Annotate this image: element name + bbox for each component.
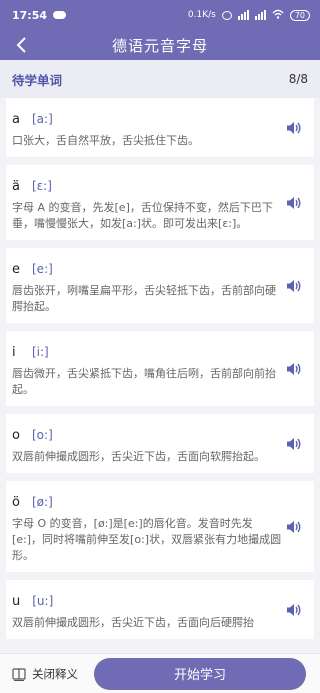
signal-icon-2 [254,10,266,20]
vowel-letter: a [12,111,20,127]
vowel-ipa: [i:] [32,345,49,359]
vowel-description: 唇齿微开，舌尖紧抵下齿，嘴角往后咧，舌前部向前抬起。 [12,367,276,396]
chevron-left-icon [16,37,26,53]
vowel-list[interactable]: a [a:] 口张大，舌自然平放，舌尖抵住下齿。 ä [ɛ:] 字母 A 的变音，先… [0,98,320,653]
toggle-label: 关闭释义 [32,666,78,681]
vowel-description: 口张大，舌自然平放，舌尖抵住下齿。 [12,134,199,147]
start-learning-button[interactable]: 开始学习 [94,657,306,690]
speaker-icon[interactable] [286,437,302,451]
list-item[interactable]: o [o:] 双唇前伸撮成圆形，舌尖近下齿，舌面向软腭抬起。 [6,414,314,473]
app-header: 17:54 0.1K/s 70 德语元音字母 [0,0,320,60]
vowel-description: 字母 A 的变音，先发[e]，舌位保持不变，然后下巴下垂，嘴慢慢张大，如发[a:… [12,201,273,230]
page-title: 德语元音字母 [111,36,208,55]
status-bar: 17:54 0.1K/s 70 [0,0,320,30]
progress-counter: 8/8 [288,72,308,86]
vowel-letter: o [12,427,20,443]
vowel-ipa: [a:] [32,112,53,126]
list-item[interactable]: ö [ø:] 字母 O 的变音，[ø:]是[e:]的唇化音。发音时先发[e:]，同… [6,481,314,572]
speaker-icon[interactable] [286,121,302,135]
signal-icon [237,10,249,20]
status-time: 17:54 [12,8,48,22]
vowel-letter: ä [12,178,20,194]
list-item[interactable]: i [i:] 唇齿微开，舌尖紧抵下齿，嘴角往后咧，舌前部向前抬起。 [6,331,314,406]
battery-indicator: 70 [289,9,310,21]
speaker-icon[interactable] [286,196,302,210]
vowel-letter: ö [12,494,20,510]
cloud-icon [53,11,67,19]
section-title: 待学单词 [12,72,63,88]
title-bar: 德语元音字母 [0,30,320,60]
close-definition-toggle[interactable]: 关闭释义 [0,666,92,682]
network-speed: 0.1K/s [187,10,216,20]
vowel-letter: i [12,344,16,360]
speaker-icon[interactable] [286,362,302,376]
section-header: 待学单词 8/8 [0,60,320,98]
wifi-icon [272,9,284,22]
speaker-icon[interactable] [286,279,302,293]
vowel-description: 双唇前伸撮成圆形，舌尖近下齿，舌面向后硬腭抬 [12,616,254,629]
alarm-icon [221,10,232,20]
vowel-ipa: [u:] [32,594,54,608]
back-button[interactable] [12,36,30,54]
vowel-ipa: [o:] [32,428,53,442]
list-item[interactable]: ä [ɛ:] 字母 A 的变音，先发[e]，舌位保持不变，然后下巴下垂，嘴慢慢张大… [6,165,314,240]
bottom-bar: 关闭释义 开始学习 [0,653,320,693]
book-icon [12,667,26,681]
vowel-letter: u [12,593,21,609]
vowel-description: 唇齿张开，咧嘴呈扁平形，舌尖轻抵下齿，舌前部向硬腭抬起。 [12,284,276,313]
vowel-ipa: [ø:] [32,495,53,509]
vowel-ipa: [ɛ:] [32,179,52,193]
vowel-description: 双唇前伸撮成圆形，舌尖近下齿，舌面向软腭抬起。 [12,450,265,463]
list-item[interactable]: e [e:] 唇齿张开，咧嘴呈扁平形，舌尖轻抵下齿，舌前部向硬腭抬起。 [6,248,314,323]
list-item[interactable]: a [a:] 口张大，舌自然平放，舌尖抵住下齿。 [6,98,314,157]
speaker-icon[interactable] [286,520,302,534]
speaker-icon[interactable] [286,603,302,617]
vowel-letter: e [12,261,20,277]
vowel-ipa: [e:] [32,262,53,276]
list-item[interactable]: u [u:] 双唇前伸撮成圆形，舌尖近下齿，舌面向后硬腭抬 [6,580,314,639]
vowel-description: 字母 O 的变音，[ø:]是[e:]的唇化音。发音时先发[e:]，同时将嘴前伸至… [12,517,282,562]
